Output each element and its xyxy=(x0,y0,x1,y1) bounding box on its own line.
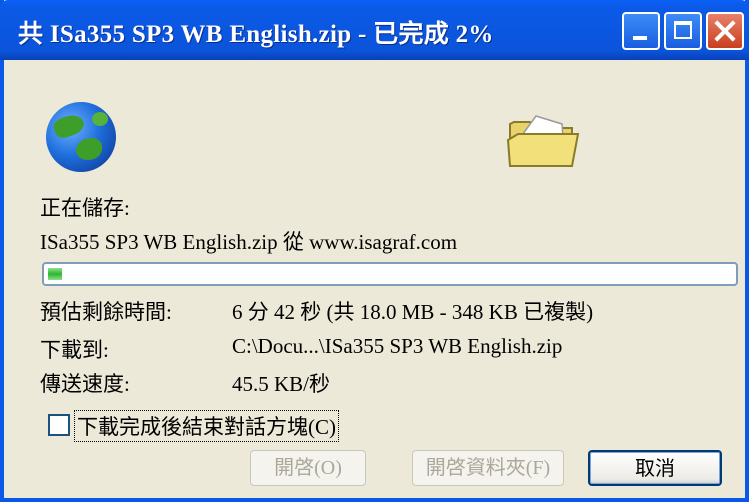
saving-label: 正在儲存: xyxy=(40,196,130,220)
download-dialog: 共 ISa355 SP3 WB English.zip - 已完成 2% 正在儲… xyxy=(0,0,749,502)
title-bar[interactable]: 共 ISa355 SP3 WB English.zip - 已完成 2% xyxy=(0,0,749,60)
download-to-value: C:\Docu...\ISa355 SP3 WB English.zip xyxy=(232,334,563,358)
open-folder-button[interactable]: 開啓資料夾(F) xyxy=(412,450,564,486)
cancel-button[interactable]: 取消 xyxy=(588,450,722,486)
download-to-label: 下載到: xyxy=(40,338,109,362)
globe-icon xyxy=(46,102,116,172)
open-button[interactable]: 開啓(O) xyxy=(250,450,366,486)
time-left-value: 6 分 42 秒 (共 18.0 MB - 348 KB 已複製) xyxy=(232,300,594,324)
file-source-text: ISa355 SP3 WB English.zip 從 www.isagraf.… xyxy=(40,230,458,254)
minimize-button[interactable] xyxy=(622,12,660,50)
folder-icon xyxy=(506,115,580,167)
close-button[interactable] xyxy=(706,12,744,50)
close-when-done-checkbox[interactable] xyxy=(48,414,70,436)
maximize-button[interactable] xyxy=(664,12,702,50)
transfer-rate-value: 45.5 KB/秒 xyxy=(232,372,331,396)
close-when-done-label[interactable]: 下載完成後結束對話方塊(C) xyxy=(74,410,339,442)
window-title: 共 ISa355 SP3 WB English.zip - 已完成 2% xyxy=(18,21,494,48)
progress-fill xyxy=(48,268,62,280)
time-left-label: 預估剩餘時間: xyxy=(40,300,172,324)
download-progress-bar xyxy=(42,262,738,286)
transfer-rate-label: 傳送速度: xyxy=(40,372,130,396)
